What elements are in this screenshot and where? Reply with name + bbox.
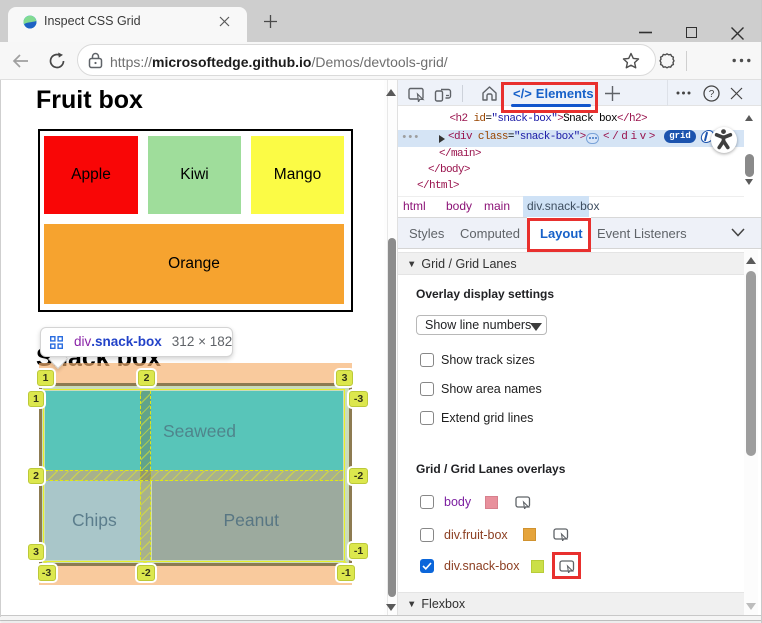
svg-text:?: ? bbox=[709, 89, 715, 100]
